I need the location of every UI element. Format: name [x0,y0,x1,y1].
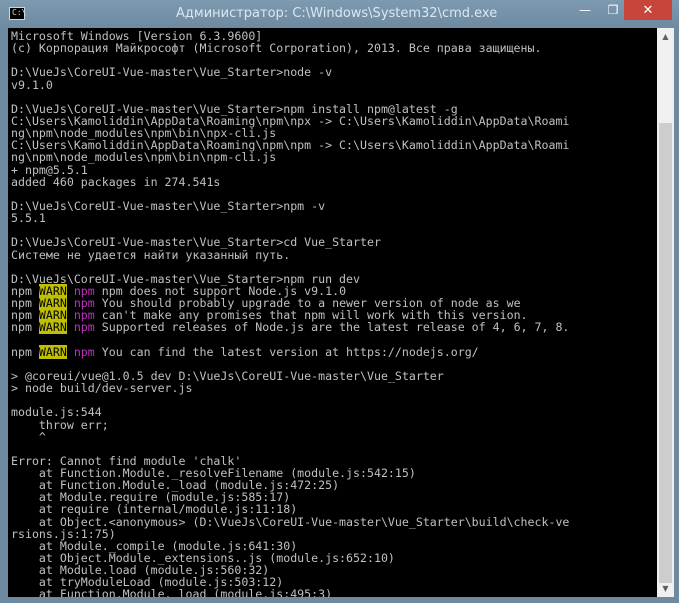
console-line: ng\npm\node_modules\npm\bin\npm-cli.js [11,150,277,165]
minimize-icon: — [579,3,591,17]
console-line: module.js:544 [11,405,102,420]
window-frame-left [0,28,8,603]
warn-badge: WARN [38,344,67,359]
console-line: added 460 packages in 274.541s [11,174,221,189]
console-output-area[interactable]: Microsoft Windows [Version 6.3.9600] (c) … [8,28,657,597]
console-line: ^ [11,429,46,444]
scroll-down-button[interactable]: ▼ [657,580,674,597]
scrollbar-thumb[interactable] [659,123,672,583]
vertical-scrollbar[interactable]: ▲ ▼ [657,28,674,597]
maximize-button[interactable]: ❐ [599,0,627,20]
npm-prefix: npm [11,320,39,335]
console-line: D:\VueJs\CoreUI-Vue-master\Vue_Starter>c… [11,235,381,250]
console-line: at require (internal/module.js:11:18) [11,502,298,517]
npm-tag: npm [66,320,95,335]
cmd-icon-glyph: C:\ [12,8,27,17]
console-line: npm WARN npm Supported releases of Node.… [11,320,570,335]
minimize-button[interactable]: — [571,0,599,20]
close-button[interactable]: ✕ [624,0,672,20]
warning-message: Supported releases of Node.js are the la… [94,320,570,335]
window-frame-bottom [0,597,679,603]
warning-message: You can find the latest version at https… [94,344,479,359]
console-line: (c) Корпорация Майкрософт (Microsoft Cor… [11,41,542,56]
console-line: throw err; [11,417,109,432]
console-lines: Microsoft Windows [Version 6.3.9600] (c) … [11,30,569,597]
scroll-up-arrow-icon: ▲ [662,32,669,41]
console-line: D:\VueJs\CoreUI-Vue-master\Vue_Starter>n… [11,65,333,80]
console-line: D:\VueJs\CoreUI-Vue-master\Vue_Starter>n… [11,198,326,213]
console-line: > node build/dev-server.js [11,381,193,396]
console-line: v9.1.0 [11,77,53,92]
window-frame-right [674,28,679,603]
window-title: Администратор: C:\Windows\System32\cmd.e… [176,6,498,21]
console-line: at Object.<anonymous> (D:\VueJs\CoreUI-V… [11,514,570,529]
warn-badge: WARN [38,320,67,335]
console-line: npm WARN npm You can find the latest ver… [11,344,569,359]
console-line: Системе не удается найти указанный путь. [11,247,291,262]
console-line: at Function.Module._load (module.js:495:… [11,587,333,597]
npm-prefix: npm [11,344,39,359]
maximize-icon: ❐ [607,3,619,17]
console-line: 5.5.1 [11,211,46,226]
close-icon: ✕ [642,2,654,18]
npm-tag: npm [66,344,95,359]
scroll-up-button[interactable]: ▲ [657,28,674,45]
cmd-window: C:\ Администратор: C:\Windows\System32\c… [0,0,679,603]
title-bar[interactable]: C:\ Администратор: C:\Windows\System32\c… [0,0,679,28]
console-line: + npm@5.5.1 [11,162,88,177]
cmd-app-icon[interactable]: C:\ [9,7,27,20]
scroll-down-arrow-icon: ▼ [662,584,669,593]
